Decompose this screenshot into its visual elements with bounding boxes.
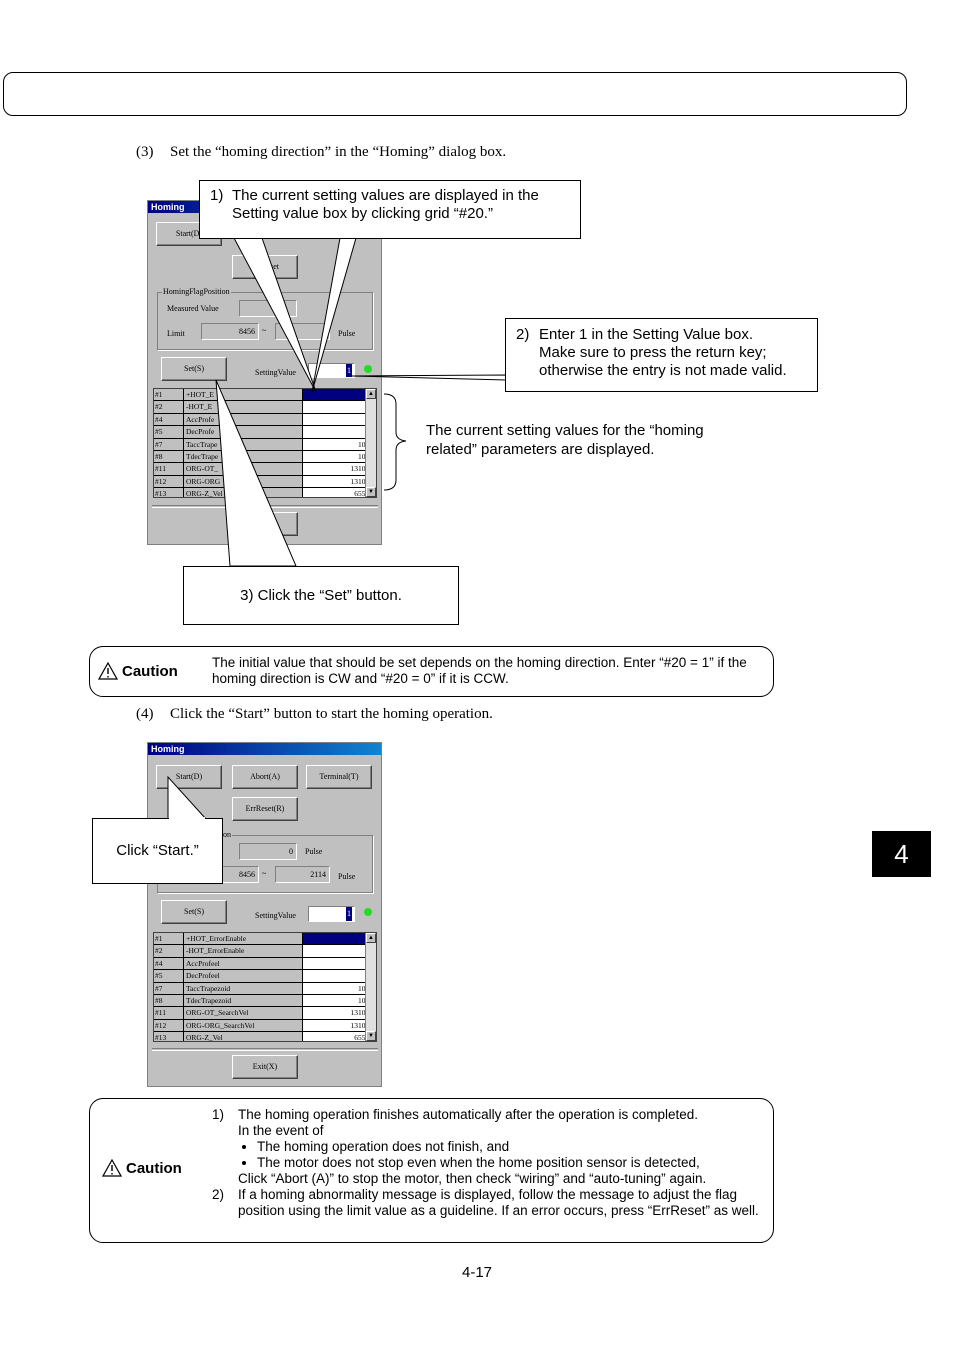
caution-2-item-1-number: 1) (212, 1107, 225, 1122)
limit-max-field: 2114 (275, 866, 330, 883)
callout-2-line-1: Enter 1 in the Setting Value box. (539, 326, 754, 343)
setting-value-input[interactable]: 1 (308, 906, 355, 922)
caution-label-2: Caution (102, 1159, 182, 1177)
caution-2-item-2-number: 2) (212, 1187, 225, 1202)
caution-text-1: The initial value that should be set dep… (212, 655, 747, 686)
caution-2-item-1-line-2: In the event of (238, 1123, 324, 1138)
grid-cell-name: TaccTrapezoid (184, 982, 303, 994)
callout-1: 1) The current setting values are displa… (199, 180, 581, 239)
parameter-grid[interactable]: #1+HOT_ErrorEnable0#2-HOT_ErrorEnable0#4… (153, 932, 377, 1042)
caution-label-text-1: Caution (122, 662, 178, 680)
callout-3-text: 3) Click the “Set” button. (240, 586, 402, 604)
callout-start: Click “Start.” (92, 818, 223, 884)
grid-row[interactable]: #8TdecTrapezoid1000 (154, 994, 376, 1008)
grid-row[interactable]: #12 ORG-ORG_SearchVel 131072 (154, 1019, 376, 1033)
brace-annotation: The current setting values for the “homi… (426, 421, 704, 459)
grid-rows: #1+HOT_ErrorEnable0#2-HOT_ErrorEnable0#4… (154, 933, 376, 1041)
callout-1-number: 1) (210, 187, 224, 204)
grid-cell-name: ORG-ORG_SearchVel (184, 1019, 303, 1032)
callout-2-number: 2) (516, 326, 530, 343)
caution-2-bullets: The homing operation does not finish, an… (212, 1139, 767, 1171)
step-4-number: (4) (136, 706, 154, 722)
grid-cell-name: ORG-OT_SearchVel (184, 1007, 303, 1019)
leader-join (169, 817, 205, 820)
caution-2-bullet-1: The homing operation does not finish, an… (257, 1139, 767, 1155)
scroll-down-icon[interactable]: ▼ (366, 1031, 376, 1041)
limit-tilde: ~ (262, 869, 267, 878)
grid-cell-id: #4 (154, 957, 184, 970)
callout-2-line-3: otherwise the entry is not made valid. (539, 362, 787, 379)
status-led (364, 908, 372, 916)
pulse-label-2: Pulse (338, 872, 356, 881)
callout-1-text: The current setting values are displayed… (232, 187, 539, 222)
brace-line-2: related” parameters are displayed. (426, 441, 655, 458)
grid-cell-name: TdecTrapezoid (184, 994, 303, 1007)
grid-row[interactable]: #2-HOT_ErrorEnable0 (154, 945, 376, 958)
grid-row[interactable]: #1+HOT_ErrorEnable0 (154, 933, 376, 946)
errreset-button[interactable]: ErrReset(R) (232, 797, 298, 821)
brace-line-1: The current setting values for the “homi… (426, 422, 704, 439)
leader-callout-1a (233, 237, 317, 393)
grid-scrollbar[interactable]: ▲ ▼ (365, 933, 376, 1041)
chapter-tab: 4 (872, 831, 931, 877)
leader-callout-1b (311, 237, 357, 393)
callout-2-line-2: Make sure to press the return key; (539, 344, 767, 361)
set-button[interactable]: Set(S) (161, 900, 227, 924)
setting-value-text: 1 (346, 907, 352, 921)
homing-dialog-2: Homing Start(D) Abort(A) Terminal(T) Err… (147, 742, 382, 1087)
grid-cell-name: DecProfeel (184, 970, 303, 982)
warning-triangle-icon (98, 662, 118, 680)
terminal-button[interactable]: Terminal(T) (306, 765, 372, 789)
grid-row[interactable]: #13 ORG-Z_Vel 65536 (154, 1032, 376, 1041)
grid-cell-id: #2 (154, 945, 184, 957)
callout-3: 3) Click the “Set” button. (183, 566, 459, 625)
grid-cell-id: #13 (154, 1032, 184, 1041)
grid-cell-id: #5 (154, 970, 184, 982)
grid-cell-id: #12 (154, 1019, 184, 1032)
grid-row[interactable]: #4AccProfeel0 (154, 957, 376, 971)
grid-row[interactable]: #5DecProfeel0 (154, 970, 376, 983)
callout-2: 2) Enter 1 in the Setting Value box. Mak… (505, 318, 818, 392)
leader-callout-2 (351, 374, 507, 381)
caution-2-item-1-line-3: Click “Abort (A)” to stop the motor, the… (238, 1171, 707, 1186)
grid-cell-name: +HOT_ErrorEnable (184, 933, 303, 945)
dialog-divider (152, 1048, 378, 1051)
caution-2-item-2-text: If a homing abnormality message is displ… (238, 1187, 759, 1218)
abort-button[interactable]: Abort(A) (232, 765, 298, 789)
grid-cell-id: #7 (154, 982, 184, 994)
caution-text-2: 1) The homing operation finishes automat… (212, 1107, 767, 1219)
caution-2-item-1-line-1: The homing operation finishes automatica… (238, 1107, 699, 1122)
caution-2-bullet-2: The motor does not stop even when the ho… (257, 1155, 767, 1171)
grid-cell-name: -HOT_ErrorEnable (184, 945, 303, 957)
pulse-label: Pulse (305, 847, 323, 856)
setting-value-label: SettingValue (255, 911, 296, 920)
leader-callout-3 (215, 379, 297, 567)
caution-box-2: Caution 1) The homing operation finishes… (89, 1098, 774, 1243)
grid-cell-name: ORG-Z_Vel (184, 1032, 303, 1041)
grid-cell-id: #11 (154, 1007, 184, 1019)
warning-triangle-icon (102, 1159, 122, 1177)
grid-cell-id: #8 (154, 994, 184, 1007)
caution-label-1: Caution (98, 662, 178, 680)
measured-value-field: 0 (239, 843, 297, 860)
grid-cell-name: AccProfeel (184, 957, 303, 970)
brace-icon (383, 393, 407, 491)
step-4-text: Click the “Start” button to start the ho… (170, 706, 493, 722)
callout-start-text: Click “Start.” (116, 842, 199, 859)
caution-box-1: Caution The initial value that should be… (89, 646, 774, 697)
caution-label-text-2: Caution (126, 1159, 182, 1177)
exit-button[interactable]: Exit(X) (232, 1055, 298, 1079)
page-number: 4-17 (461, 1264, 493, 1281)
scroll-up-icon[interactable]: ▲ (366, 933, 376, 943)
start-button[interactable]: Start(D) (156, 765, 222, 789)
group-label: on (222, 830, 232, 839)
grid-cell-id: #1 (154, 933, 184, 945)
grid-row[interactable]: #11 ORG-OT_SearchVel 131072 (154, 1007, 376, 1020)
grid-row[interactable]: #7TaccTrapezoid1000 (154, 982, 376, 995)
dialog-title: Homing (148, 743, 381, 755)
